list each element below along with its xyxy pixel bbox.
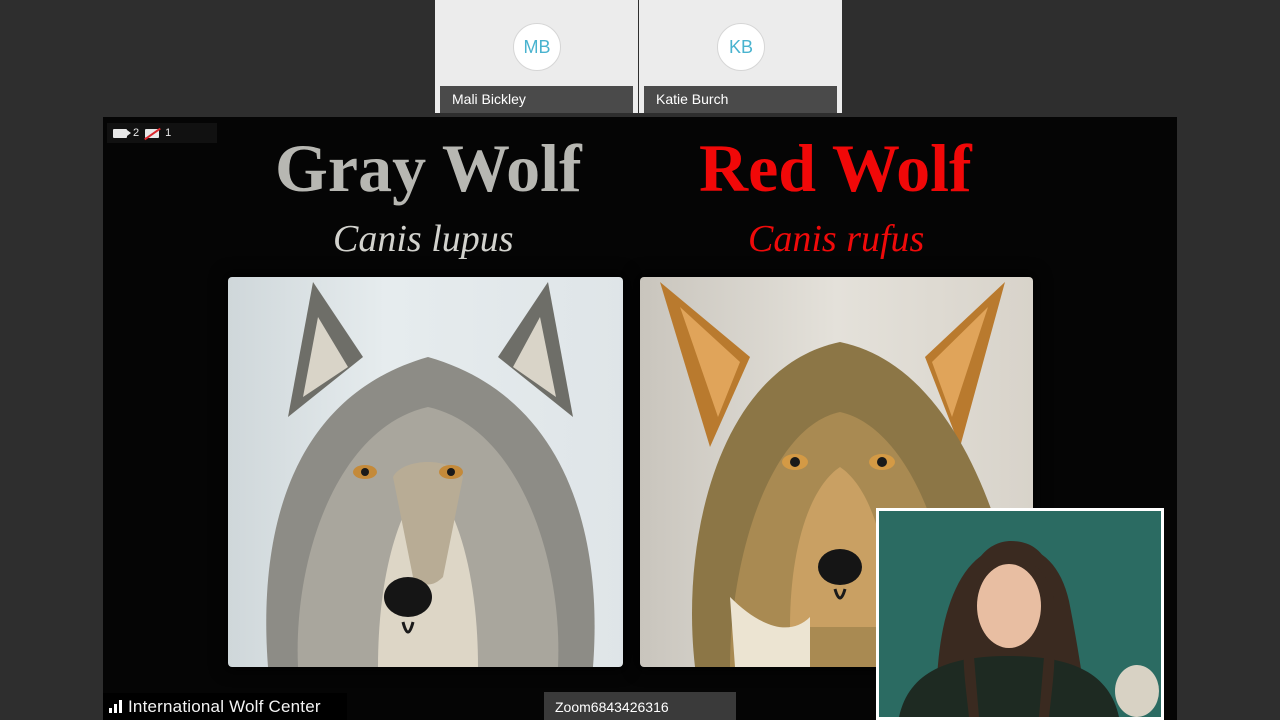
participant-tile-mali-bickley[interactable]: MB Mali Bickley — [435, 0, 638, 113]
gray-wolf-scientific-name: Canis lupus — [333, 218, 514, 260]
signal-bars-icon — [109, 700, 122, 713]
video-count: 2 — [133, 127, 140, 139]
participant-counts: 2 1 — [107, 123, 217, 143]
avatar: KB — [717, 23, 765, 71]
red-wolf-title: Red Wolf — [699, 130, 972, 206]
video-off-count: 1 — [165, 127, 172, 139]
participant-name: Mali Bickley — [440, 86, 633, 113]
participant-name: Katie Burch — [644, 86, 837, 113]
international-wolf-center-logo: International Wolf Center — [103, 693, 347, 720]
gray-wolf-title: Gray Wolf — [275, 130, 582, 206]
video-camera-icon — [113, 128, 131, 138]
logo-text: International Wolf Center — [128, 696, 321, 716]
avatar: MB — [513, 23, 561, 71]
speaker-video[interactable] — [876, 508, 1164, 720]
video-off-icon — [145, 128, 160, 138]
gray-wolf-image — [228, 277, 623, 667]
meeting-id-label: Zoom6843426316 — [544, 692, 736, 720]
participant-tile-katie-burch[interactable]: KB Katie Burch — [639, 0, 842, 113]
red-wolf-scientific-name: Canis rufus — [748, 218, 925, 260]
